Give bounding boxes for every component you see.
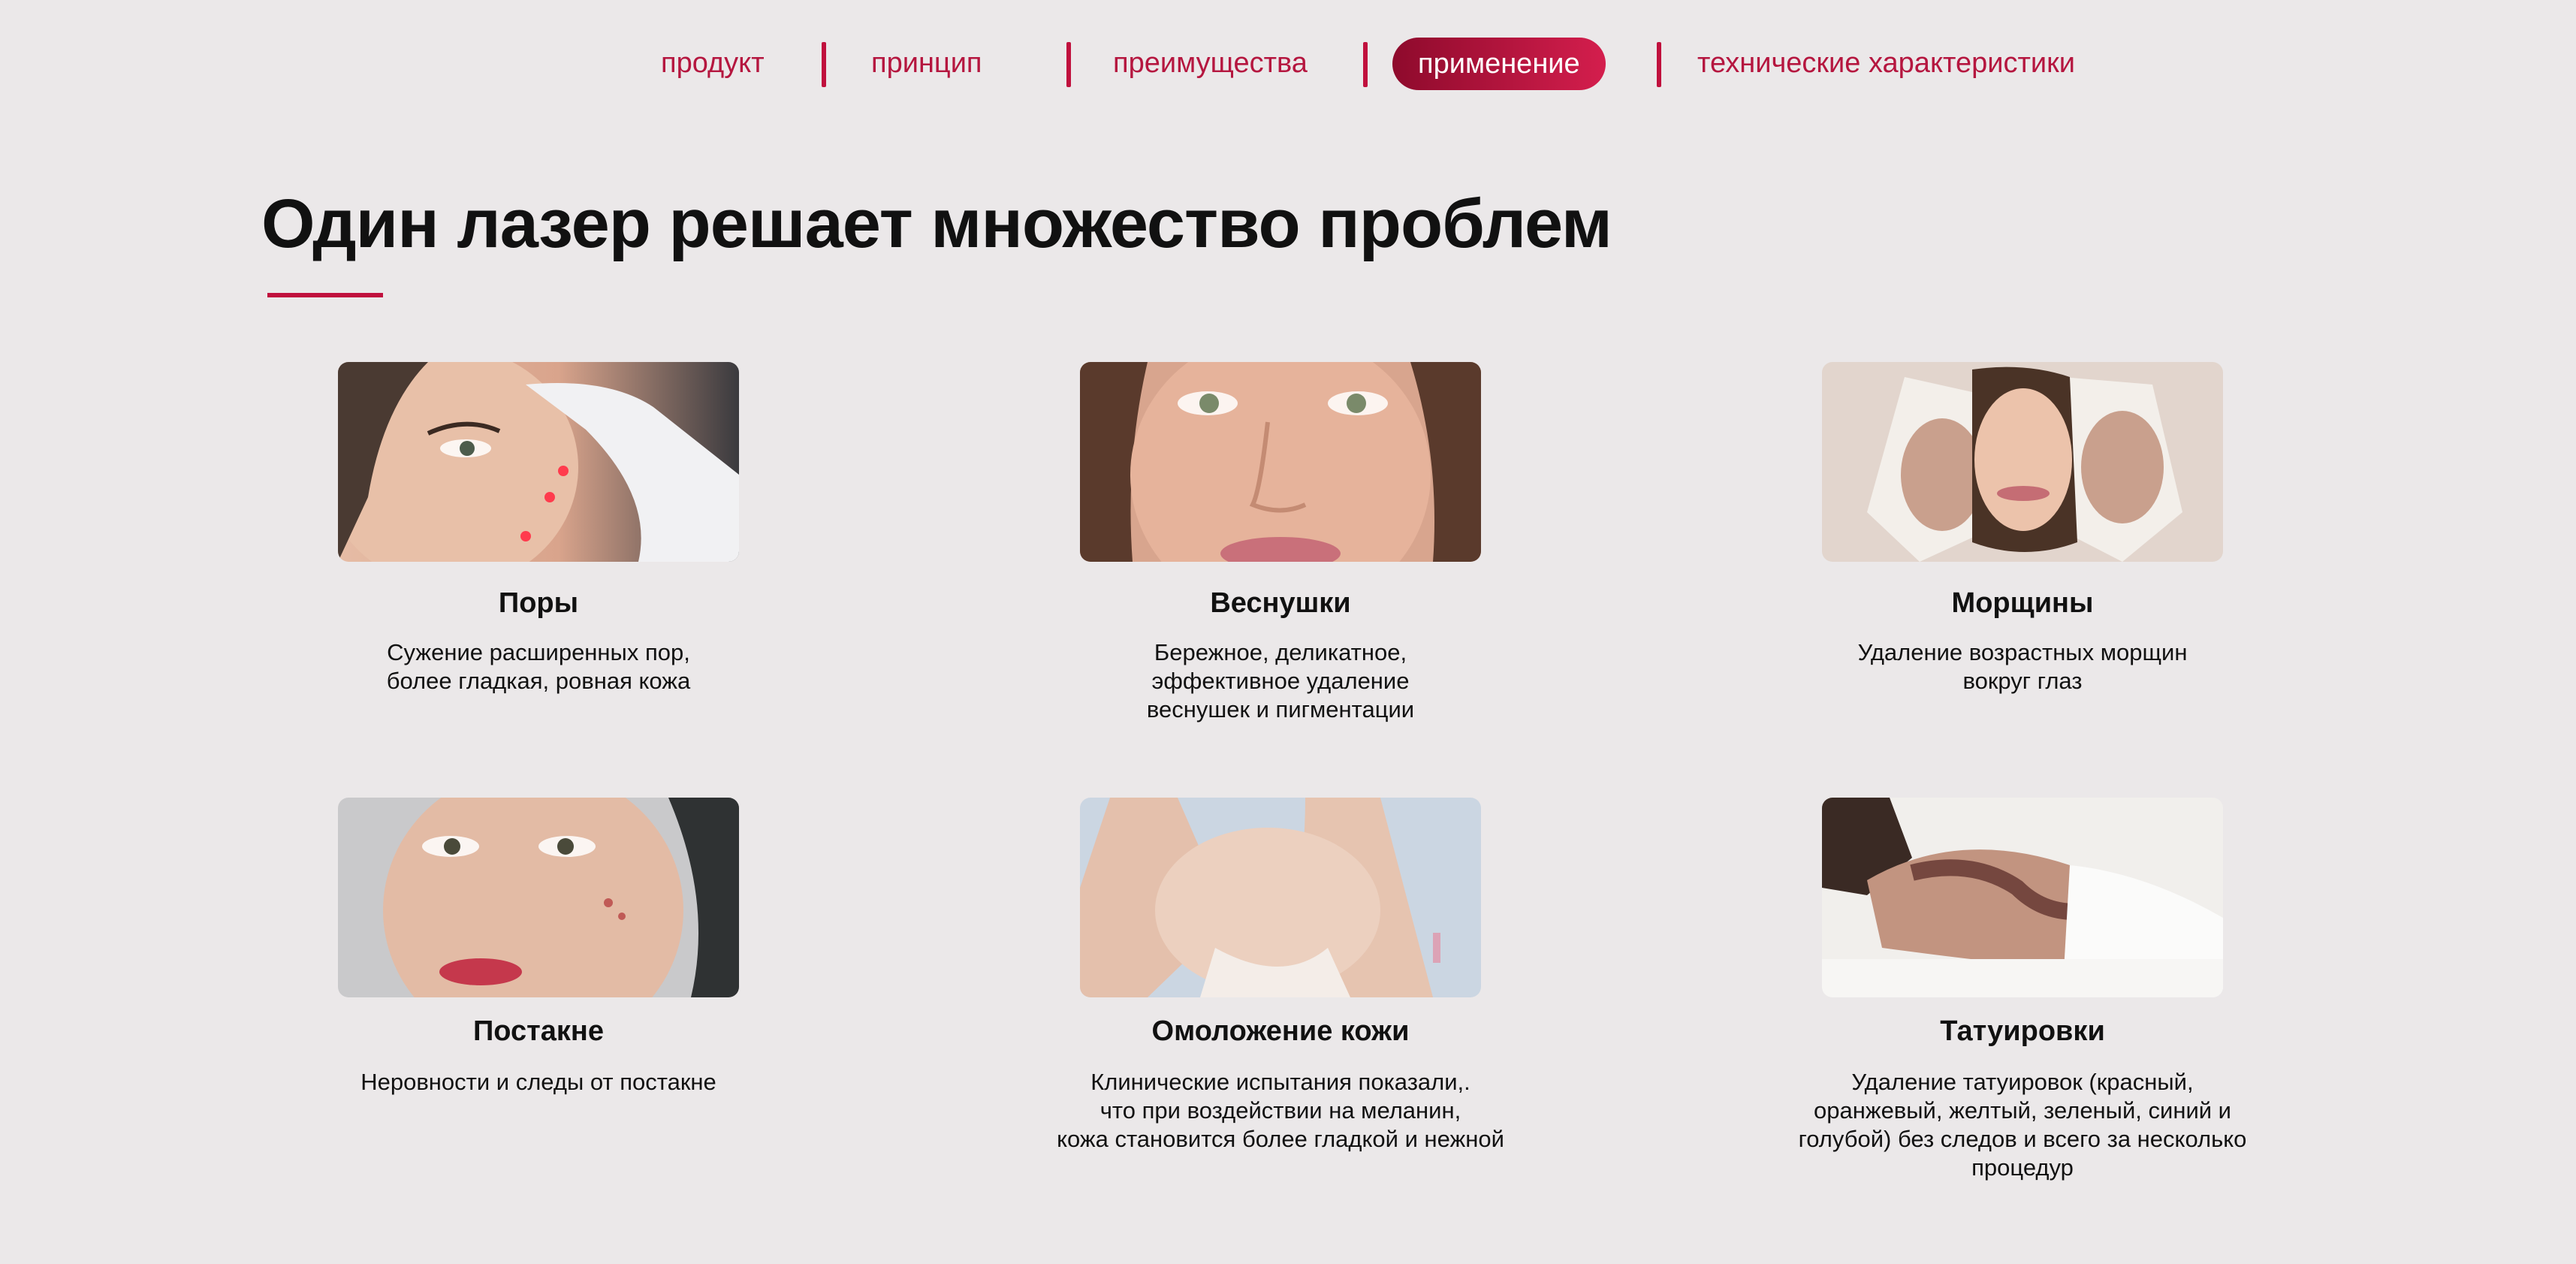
nav-item-advantages[interactable]: преимущества: [1113, 36, 1308, 90]
card-description: Удаление возрастных морщин вокруг глаз: [1857, 639, 2188, 694]
post-acne-image: [338, 798, 739, 997]
card-title: Татуировки: [1940, 1015, 2105, 1047]
card-title: Поры: [498, 587, 579, 619]
nav-separator: [1363, 42, 1368, 87]
card-title: Постакне: [472, 1015, 604, 1047]
nav-separator: [822, 42, 826, 87]
freckles-image: [1080, 362, 1481, 562]
card-title: Омоложение кожи: [1151, 1015, 1410, 1047]
card-description: Клинические испытания показали,. что при…: [1057, 1069, 1504, 1152]
page-title: Один лазер решает множество проблем: [261, 186, 1612, 262]
wrinkles-image: [1822, 362, 2223, 562]
pores-image: [338, 362, 739, 562]
title-underline: [267, 293, 383, 297]
card-description: Бережное, деликатное, эффективное удален…: [1146, 639, 1415, 723]
nav-item-principle[interactable]: принцип: [871, 36, 982, 90]
card-description: Удаление татуировок (красный, оранжевый,…: [1798, 1069, 2247, 1181]
nav-item-product[interactable]: продукт: [661, 36, 765, 90]
card-description: Сужение расширенных пор, более гладкая, …: [386, 639, 691, 694]
nav-item-specifications[interactable]: технические характеристики: [1697, 36, 2075, 90]
skin-rejuvenation-image: [1080, 798, 1481, 997]
top-nav: продукт принцип преимущества применение …: [0, 36, 2576, 90]
nav-separator: [1657, 42, 1661, 87]
tattoos-image: [1822, 798, 2223, 997]
nav-separator: [1066, 42, 1071, 87]
card-title: Морщины: [1951, 587, 2094, 619]
card-description: Неровности и следы от постакне: [360, 1069, 716, 1095]
nav-item-application[interactable]: применение: [1392, 38, 1606, 90]
card-title: Веснушки: [1210, 587, 1351, 619]
